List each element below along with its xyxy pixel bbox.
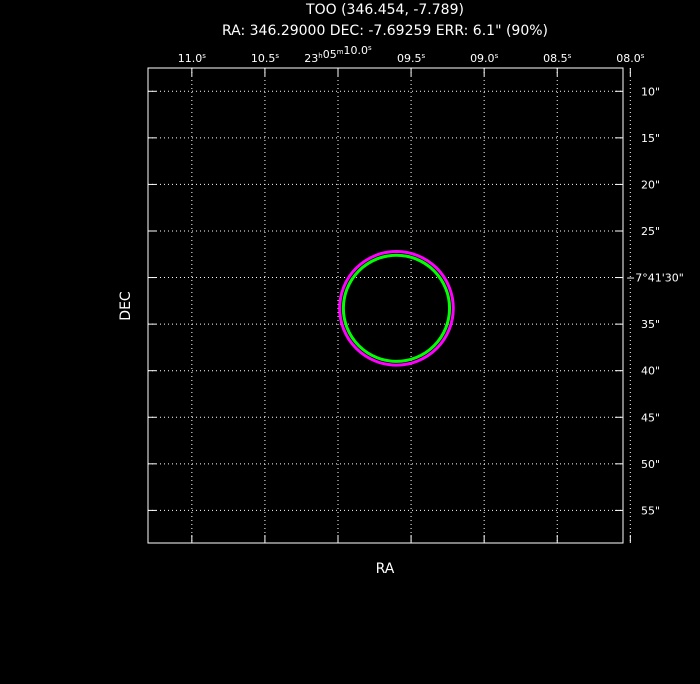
y-tick-label: −7°41'30" xyxy=(626,272,684,285)
grid-lines xyxy=(148,68,631,543)
y-tick-label: 45" xyxy=(641,411,660,424)
x-tick-label: 08.0s xyxy=(616,52,645,65)
y-tick-label: 25" xyxy=(641,225,660,238)
y-axis-ticks: 10" 15" 20" 25" −7°41'30" 35" 40" 45" 50" 55" xyxy=(148,85,684,517)
x-tick-label: 08.5s xyxy=(543,52,572,65)
sky-chart: TOO (346.454, -7.789) RA: 346.29000 DEC:… xyxy=(118,2,684,577)
x-tick-label: 10.5s xyxy=(251,52,280,65)
y-tick-label: 10" xyxy=(641,85,660,98)
y-tick-label: 40" xyxy=(641,365,660,378)
x-axis-label: RA xyxy=(376,561,395,577)
y-axis-label: DEC xyxy=(118,291,134,321)
y-tick-label: 20" xyxy=(641,178,660,191)
plot-frame xyxy=(147,67,624,544)
x-tick-label: 23h05m10.0s xyxy=(304,44,372,65)
y-tick-label: 35" xyxy=(641,318,660,331)
error-circle-inner xyxy=(341,253,452,363)
y-tick-label: 15" xyxy=(641,132,660,145)
chart-title: TOO (346.454, -7.789) xyxy=(305,2,464,18)
error-circles xyxy=(338,249,455,367)
error-circle-outer xyxy=(338,249,455,367)
x-tick-label: 11.0s xyxy=(178,52,207,65)
x-tick-label: 09.0s xyxy=(470,52,499,65)
y-tick-label: 50" xyxy=(641,458,660,471)
x-tick-label: 09.5s xyxy=(397,52,426,65)
chart-subtitle: RA: 346.29000 DEC: -7.69259 ERR: 6.1" (9… xyxy=(222,23,548,39)
y-tick-label: 55" xyxy=(641,504,660,517)
